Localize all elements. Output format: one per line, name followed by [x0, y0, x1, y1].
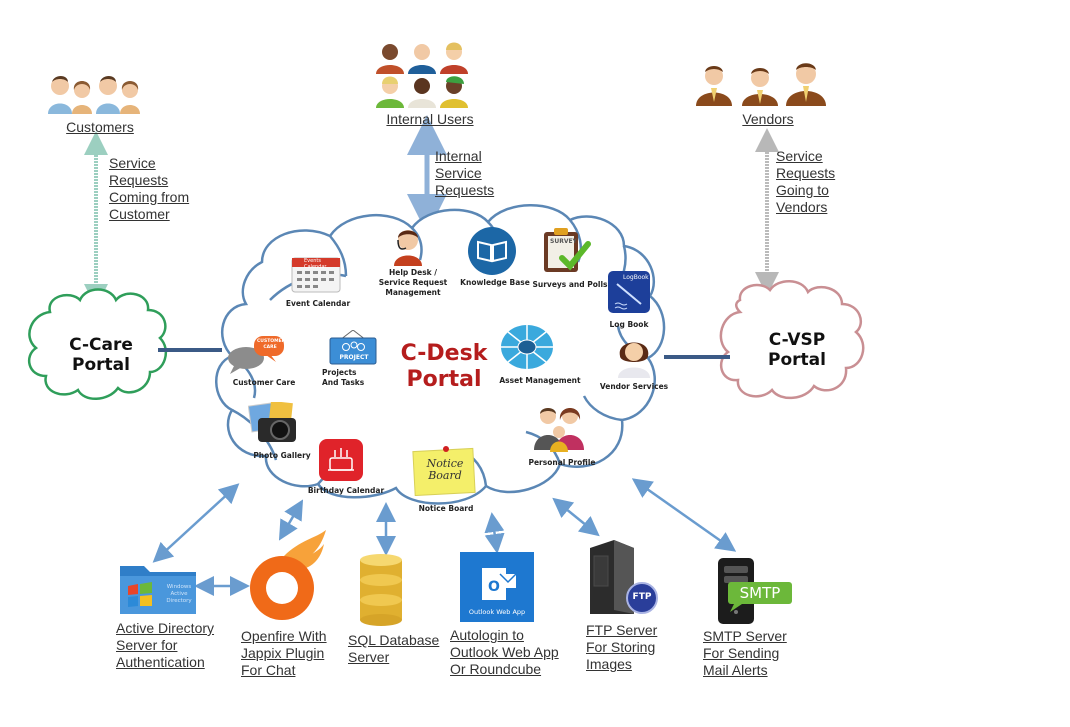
module-label-help-desk: Help Desk / Service Request Management [378, 268, 448, 297]
module-label-customer-care: Customer Care [232, 378, 296, 387]
svg-text:O: O [488, 579, 500, 595]
openfire-arrow [278, 499, 304, 541]
outlook-icon-text: Outlook Web App [468, 608, 526, 616]
server-label-smtp: SMTP Server For Sending Mail Alerts [703, 628, 787, 678]
book-icon [466, 226, 518, 276]
outlook-arrow [484, 512, 505, 554]
server-label-openfire: Openfire With Jappix Plugin For Chat [241, 628, 327, 678]
ftp-icon-text: FTP [632, 592, 652, 602]
internal-users-label: Internal Users [386, 111, 474, 127]
internal-flow-label: Internal Service Requests [435, 148, 495, 198]
customers-label: Customers [66, 119, 134, 135]
cake-icon [318, 438, 364, 482]
module-label-notice-board: Notice Board [418, 504, 474, 513]
module-label-vendor-services: Vendor Services [599, 382, 669, 391]
module-label-event-calendar: Event Calendar [285, 299, 351, 308]
vendor-flow-label: Service Requests Going to Vendors [776, 148, 836, 215]
project-icon-text: PROJECT [339, 354, 369, 361]
survey-clipboard-icon: SURVEY [540, 226, 592, 274]
internal-users-icon [374, 40, 470, 110]
calendar-icon: Events Calendar [290, 254, 344, 294]
vendors-icon [694, 62, 828, 106]
customer-care-icon-text: CUSTOMER CARE [257, 339, 286, 350]
logbook-icon: LogBook [607, 270, 651, 314]
c-desk-portal-title: C-Desk Portal [400, 341, 488, 392]
active-directory-folder-icon: Windows Active Directory [118, 558, 198, 616]
module-label-asset-management: Asset Management [499, 376, 581, 385]
smtp-icon-text: SMTP [739, 584, 781, 602]
customers-icon [46, 72, 146, 114]
smtp-server-icon: SMTP [716, 556, 796, 626]
server-label-active-directory: Active Directory Server for Authenticati… [116, 620, 215, 670]
database-icon [356, 552, 406, 628]
vendors-label: Vendors [742, 111, 794, 127]
server-label-sql-db: SQL Database Server [348, 632, 440, 665]
ftp-arrow [552, 497, 600, 537]
ad-arrow [152, 483, 240, 563]
module-label-log-book: Log Book [609, 320, 649, 329]
server-label-ftp: FTP Server For Storing Images [586, 622, 658, 672]
c-vsp-portal-title: C-VSP Portal [768, 330, 826, 370]
ftp-server-icon: FTP [584, 540, 664, 616]
asset-wheel-icon [500, 324, 554, 370]
notice-board-icon-text: Notice Board [426, 457, 464, 482]
camera-icon [248, 402, 300, 444]
headset-agent-icon [388, 226, 428, 266]
module-label-knowledge-base: Knowledge Base [460, 278, 530, 287]
module-label-photo-gallery: Photo Gallery [253, 451, 311, 460]
module-label-projects-tasks: Projects And Tasks [322, 368, 365, 387]
c-care-portal-title: C-Care Portal [69, 335, 133, 375]
smtp-arrow [631, 478, 737, 552]
survey-text: SURVEY [550, 238, 577, 245]
sticky-note-icon: Notice Board [410, 444, 478, 496]
outlook-web-app-icon: O Outlook Web App [460, 552, 534, 622]
family-icon [532, 404, 586, 452]
ad-folder-text: Windows Active Directory [166, 584, 192, 604]
module-label-surveys-polls: Surveys and Polls [532, 280, 608, 289]
logbook-text: LogBook [623, 274, 649, 281]
customer-flow-label: Service Requests Coming from Customer [109, 155, 190, 222]
module-label-personal-profile: Personal Profile [528, 458, 596, 467]
project-sign-icon: PROJECT [326, 330, 380, 366]
event-calendar-header-text: Events Calendar [304, 258, 327, 270]
module-label-birthday-calendar: Birthday Calendar [307, 486, 385, 495]
server-label-outlook: Autologin to Outlook Web App Or Roundcub… [450, 627, 559, 677]
chat-bubbles-icon: CUSTOMER CARE [226, 334, 286, 374]
openfire-logo-icon [244, 530, 328, 622]
support-agent-icon [614, 334, 654, 378]
